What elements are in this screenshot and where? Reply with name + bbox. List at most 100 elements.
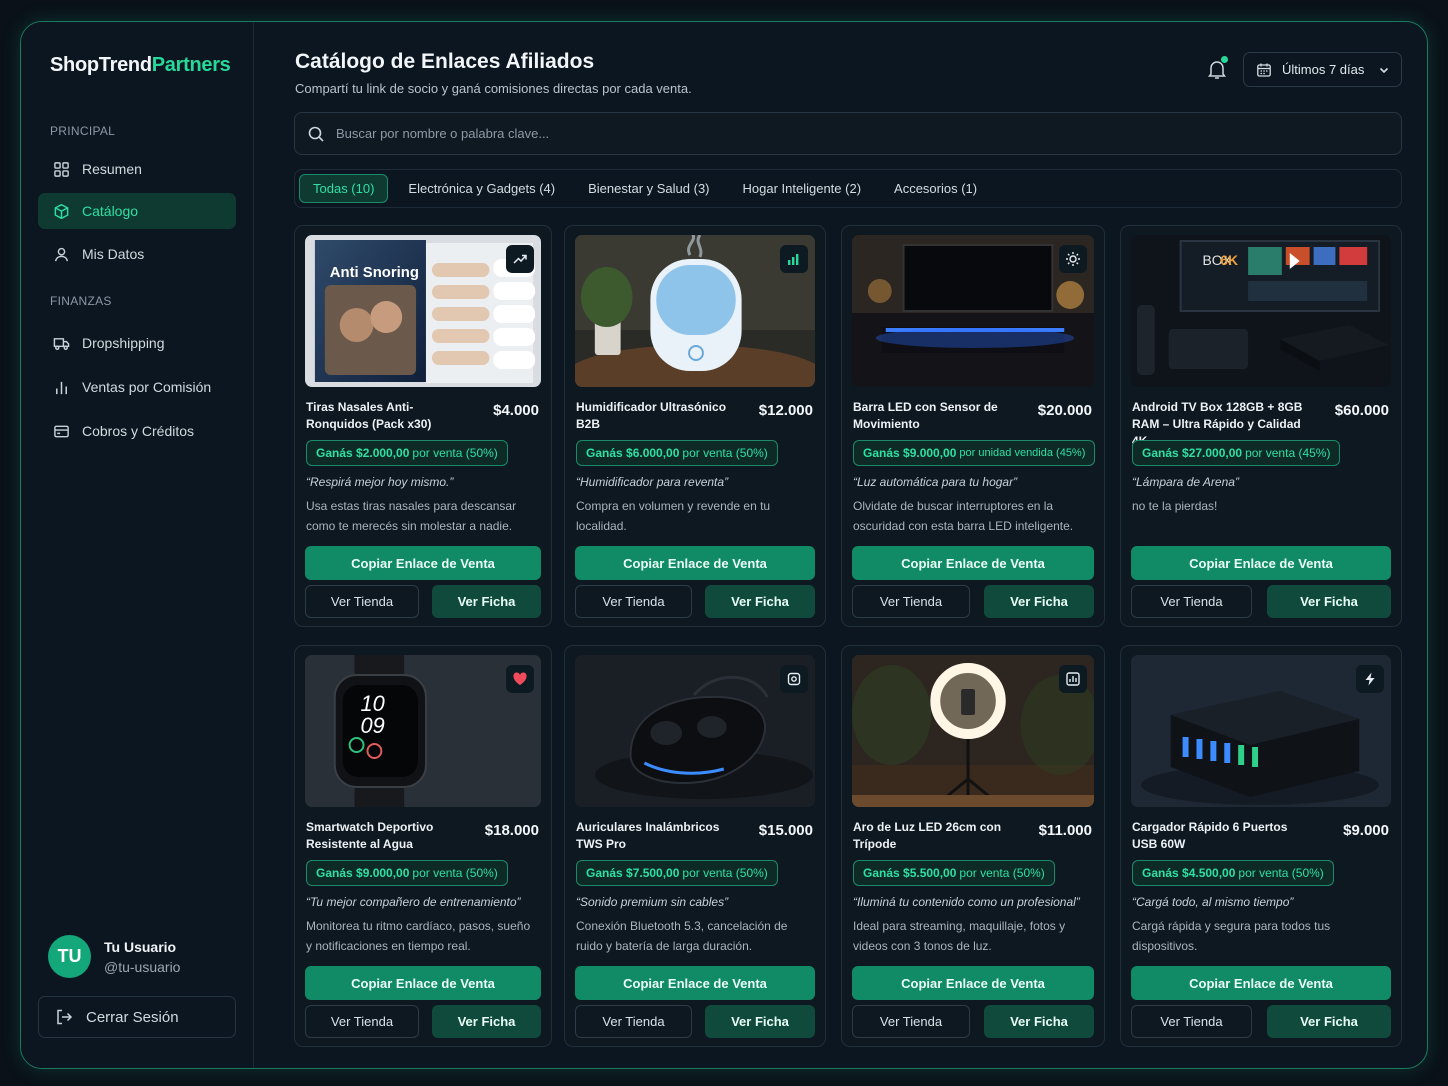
product-card: Aro de Luz LED 26cm con Trípode $11.000 … (841, 645, 1105, 1047)
tab-accesorios[interactable]: Accesorios (1) (878, 174, 993, 203)
sidebar-item-resumen[interactable]: Resumen (38, 151, 236, 187)
commission-note: por venta (50%) (412, 446, 498, 460)
product-name: Humidificador Ultrasónico B2B (576, 400, 727, 431)
view-store-button[interactable]: Ver Tienda (852, 1005, 970, 1038)
commission-badge: Ganás $6.000,00 por venta (50%) (576, 440, 778, 466)
copy-link-button[interactable]: Copiar Enlace de Venta (1131, 546, 1391, 580)
product-name: Tiras Nasales Anti-Ronquidos (Pack x30) (306, 400, 432, 431)
sidebar-item-cobros[interactable]: Cobros y Créditos (38, 413, 236, 449)
sidebar-item-catalogo[interactable]: Catálogo (38, 193, 236, 229)
view-store-button[interactable]: Ver Tienda (305, 585, 419, 618)
product-description: no te la pierdas! (1132, 499, 1218, 513)
copy-link-button[interactable]: Copiar Enlace de Venta (575, 966, 815, 1000)
sidebar-item-label: Mis Datos (82, 246, 145, 262)
copy-link-button[interactable]: Copiar Enlace de Venta (1131, 966, 1391, 1000)
date-range-label: Últimos 7 días (1282, 62, 1365, 77)
tab-todas[interactable]: Todas (10) (299, 174, 389, 203)
sun-icon (1059, 245, 1087, 273)
product-card: Anti Snoring Tiras Nasales Anti-Ronquido… (294, 225, 552, 627)
cube-icon (54, 203, 69, 219)
tab-bienestar[interactable]: Bienestar y Salud (3) (572, 174, 725, 203)
copy-link-button[interactable]: Copiar Enlace de Venta (852, 546, 1094, 580)
tab-hogar[interactable]: Hogar Inteligente (2) (727, 174, 878, 203)
sidebar-item-ventas-comision[interactable]: Ventas por Comisión (38, 369, 236, 405)
commission-amount: Ganás $2.000,00 (316, 446, 410, 460)
product-tagline: “Lámpara de Arena” (1132, 475, 1239, 489)
date-range-select[interactable]: Últimos 7 días (1243, 52, 1402, 87)
view-sheet-button[interactable]: Ver Ficha (984, 1005, 1094, 1038)
product-image (1131, 655, 1391, 807)
user-profile[interactable]: TU Tu Usuario @tu-usuario (48, 935, 180, 978)
view-store-button[interactable]: Ver Tienda (575, 1005, 692, 1038)
product-image: Anti Snoring (305, 235, 541, 387)
analytics-icon (1059, 665, 1087, 693)
product-image (575, 655, 815, 807)
product-image: BOX 6K (1131, 235, 1391, 387)
user-handle: @tu-usuario (104, 958, 181, 975)
commission-amount: Ganás $27.000,00 (1142, 446, 1243, 460)
product-description: Olvidate de buscar interruptores en la o… (853, 499, 1074, 533)
sidebar: ShopTrendPartners PRINCIPAL Resumen Catá… (21, 22, 254, 1068)
copy-link-button[interactable]: Copiar Enlace de Venta (305, 966, 541, 1000)
view-sheet-button[interactable]: Ver Ficha (432, 1005, 541, 1038)
commission-badge: Ganás $9.000,00 por venta (50%) (306, 860, 508, 886)
product-name: Smartwatch Deportivo Resistente al Agua (306, 820, 434, 851)
product-image (852, 235, 1094, 387)
brand-name-a: ShopTrend (50, 54, 152, 76)
view-sheet-button[interactable]: Ver Ficha (705, 585, 815, 618)
product-description: Monitorea tu ritmo cardíaco, pasos, sueñ… (306, 919, 531, 953)
view-store-button[interactable]: Ver Tienda (575, 585, 692, 618)
view-sheet-button[interactable]: Ver Ficha (1267, 585, 1391, 618)
brand-logo[interactable]: ShopTrendPartners (50, 54, 231, 77)
view-store-button[interactable]: Ver Tienda (1131, 585, 1252, 618)
view-store-button[interactable]: Ver Tienda (305, 1005, 419, 1038)
sidebar-item-mis-datos[interactable]: Mis Datos (38, 236, 236, 272)
commission-badge: Ganás $7.500,00 por venta (50%) (576, 860, 778, 886)
product-name: Aro de Luz LED 26cm con Trípode (853, 820, 1002, 851)
copy-link-button[interactable]: Copiar Enlace de Venta (305, 546, 541, 580)
copy-link-button[interactable]: Copiar Enlace de Venta (575, 546, 815, 580)
commission-note: por venta (50%) (682, 866, 768, 880)
product-price: $4.000 (493, 402, 539, 419)
view-sheet-button[interactable]: Ver Ficha (705, 1005, 815, 1038)
view-sheet-button[interactable]: Ver Ficha (984, 585, 1094, 618)
sidebar-item-label: Catálogo (82, 203, 139, 219)
commission-amount: Ganás $9.000,00 (863, 446, 957, 460)
chevron-down-icon (1379, 67, 1389, 74)
sidebar-item-label: Resumen (82, 161, 142, 177)
commission-amount: Ganás $5.500,00 (863, 866, 957, 880)
view-store-button[interactable]: Ver Tienda (1131, 1005, 1252, 1038)
commission-badge: Ganás $5.500,00 por venta (50%) (853, 860, 1055, 886)
speaker-icon (780, 665, 808, 693)
product-card: 10 09 Smartwatch Deportivo Resistente al… (294, 645, 552, 1047)
product-tagline: “Luz automática para tu hogar” (853, 475, 1018, 489)
commission-badge: Ganás $27.000,00 por venta (45%) (1132, 440, 1341, 466)
sidebar-item-dropshipping[interactable]: Dropshipping (38, 325, 236, 361)
commission-note: por venta (50%) (959, 866, 1045, 880)
commission-amount: Ganás $9.000,00 (316, 866, 410, 880)
logout-button[interactable]: Cerrar Sesión (38, 996, 236, 1038)
product-tagline: “Sonido premium sin cables” (576, 895, 729, 909)
product-price: $11.000 (1038, 822, 1092, 839)
product-card: Cargador Rápido 6 Puertos USB 60W $9.000… (1120, 645, 1402, 1047)
product-description: Compra en volumen y revende en tu locali… (576, 499, 771, 533)
product-tagline: “Iluminá tu contenido como un profesiona… (853, 895, 1080, 909)
search-placeholder: Buscar por nombre o palabra clave... (336, 126, 550, 141)
view-store-button[interactable]: Ver Tienda (852, 585, 970, 618)
copy-link-button[interactable]: Copiar Enlace de Venta (852, 966, 1094, 1000)
notification-dot (1221, 56, 1228, 63)
chart-icon (780, 245, 808, 273)
commission-note: por unidad vendida (45%) (959, 447, 1086, 459)
product-card: Humidificador Ultrasónico B2B $12.000 Ga… (564, 225, 826, 627)
search-input[interactable]: Buscar por nombre o palabra clave... (294, 112, 1402, 155)
user-name: Tu Usuario (104, 938, 177, 955)
tab-electronica[interactable]: Electrónica y Gadgets (4) (392, 174, 571, 203)
product-card: BOX 6K Android TV Box 128GB + 8GB RAM – … (1120, 225, 1402, 627)
commission-badge: Ganás $4.500,00 por venta (50%) (1132, 860, 1334, 886)
section-label-finanzas: FINANZAS (50, 294, 112, 308)
notifications-button[interactable] (1205, 56, 1229, 81)
view-sheet-button[interactable]: Ver Ficha (432, 585, 541, 618)
view-sheet-button[interactable]: Ver Ficha (1267, 1005, 1391, 1038)
commission-note: por venta (50%) (682, 446, 768, 460)
product-price: $12.000 (758, 402, 813, 419)
